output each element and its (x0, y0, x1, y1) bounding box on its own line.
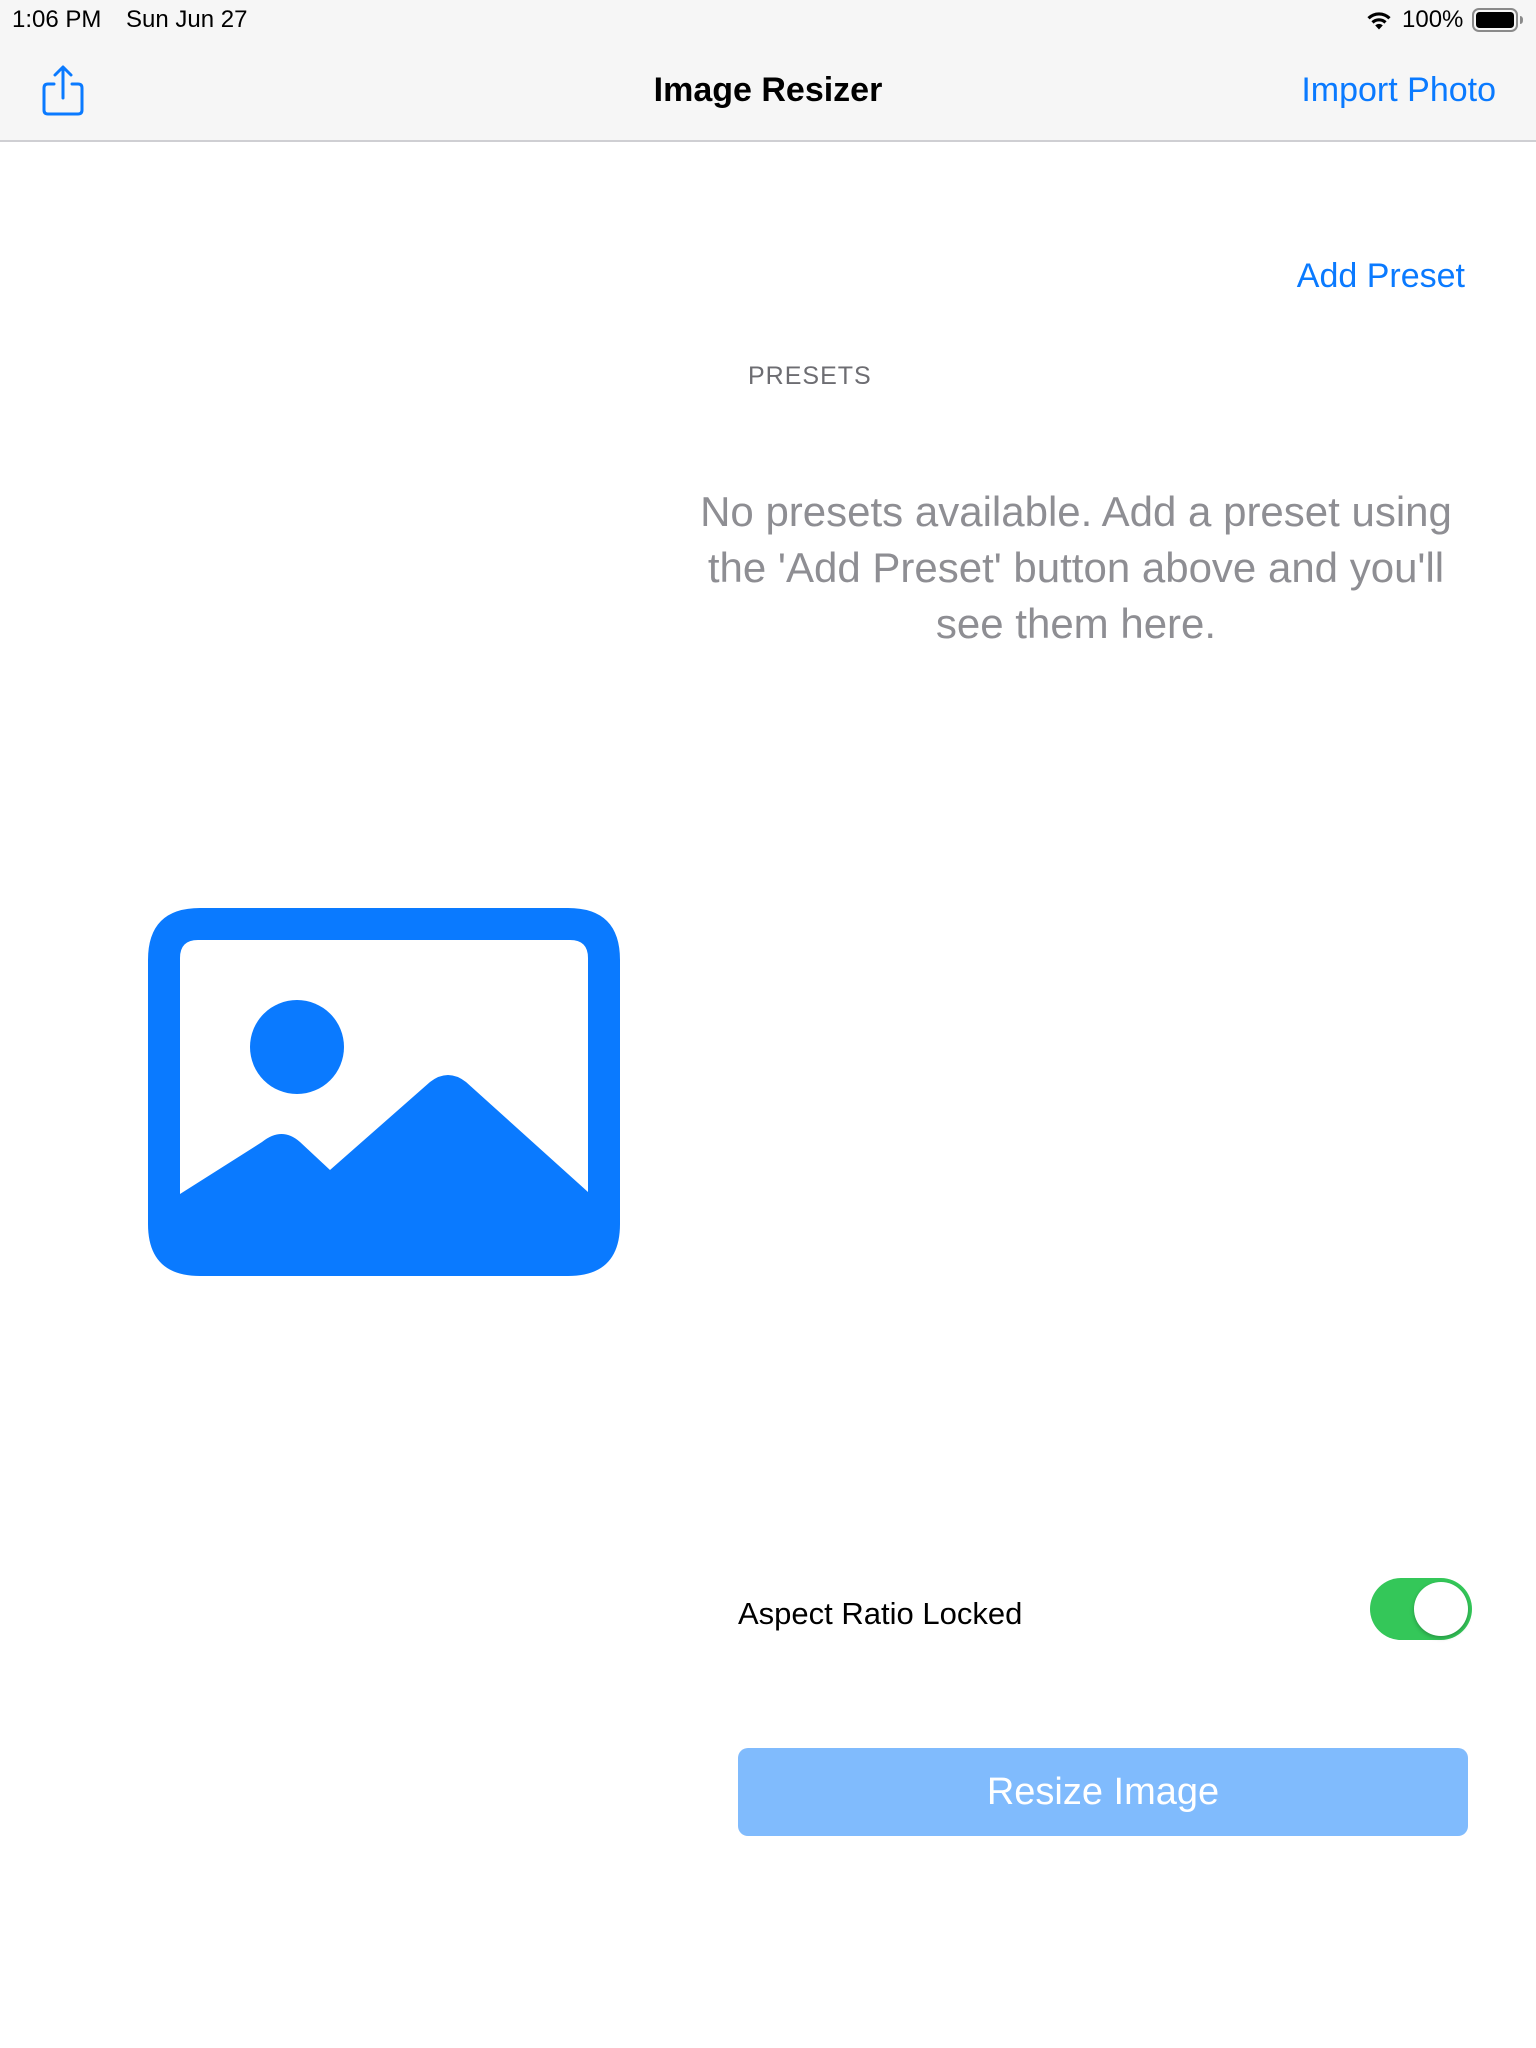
aspect-ratio-toggle[interactable] (1370, 1578, 1472, 1640)
battery-icon (1472, 8, 1523, 32)
photo-placeholder-icon (148, 908, 620, 1276)
empty-presets-message: No presets available. Add a preset using… (700, 488, 1452, 647)
status-bar: 1:06 PM Sun Jun 27 100% (0, 0, 1536, 40)
add-preset-button[interactable]: Add Preset (1297, 254, 1465, 298)
wifi-icon (1367, 12, 1391, 30)
battery-percentage: 100% (1402, 6, 1464, 33)
status-date: Sun Jun 27 (126, 6, 248, 33)
aspect-ratio-label: Aspect Ratio Locked (738, 1596, 1023, 1631)
status-time: 1:06 PM (12, 6, 102, 33)
navigation-bar: Image Resizer Import Photo (0, 40, 1536, 142)
presets-section-header: PRESETS (748, 362, 872, 390)
resize-image-button[interactable]: Resize Image (738, 1748, 1468, 1836)
import-photo-button[interactable]: Import Photo (1301, 68, 1496, 112)
toggle-knob (1414, 1582, 1468, 1636)
